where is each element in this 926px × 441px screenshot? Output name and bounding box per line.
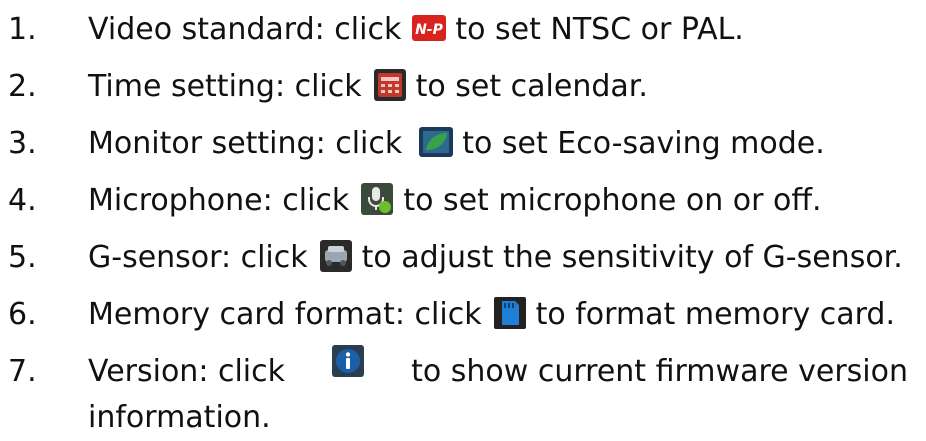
list-item: 4. Microphone: click to set microphone o… xyxy=(0,175,926,227)
item-text-before: Memory card format: click xyxy=(88,297,482,332)
item-text-after: to set NTSC or PAL. xyxy=(455,12,744,47)
info-icon[interactable] xyxy=(330,343,366,379)
item-text-before: Time setting: click xyxy=(88,69,362,104)
item-text-before: G-sensor: click xyxy=(88,240,308,275)
ntsc-pal-icon[interactable]: N-P xyxy=(411,10,447,46)
item-text: Microphone: click to set microphone on o… xyxy=(88,175,822,227)
item-text-after: to adjust the sensitivity of G-sensor. xyxy=(361,240,903,275)
item-text-line-1: Version: click to show current firmware … xyxy=(88,343,908,398)
item-text-after: to set calendar. xyxy=(415,69,648,104)
memory-card-icon[interactable] xyxy=(492,295,528,331)
item-text-after: to show current firmware version xyxy=(411,354,908,389)
item-text: Memory card format: click to format memo… xyxy=(88,289,895,341)
item-text-before: Microphone: click xyxy=(88,183,350,218)
list-item: 6. Memory card format: click to format m… xyxy=(0,289,926,341)
ntsc-pal-icon-label: N-P xyxy=(415,22,444,38)
item-number: 2. xyxy=(8,69,37,104)
monitor-eco-icon[interactable] xyxy=(418,124,454,160)
item-number: 5. xyxy=(8,240,37,275)
item-text-after: to set Eco-saving mode. xyxy=(462,126,825,161)
item-number: 7. xyxy=(8,354,37,389)
item-text: Video standard: click N-P to set NTSC or… xyxy=(88,4,744,56)
list-item: 1. Video standard: click N-P to set NTSC… xyxy=(0,4,926,56)
item-text-before: Version: click xyxy=(88,354,285,389)
item-text: Time setting: click to set calendar. xyxy=(88,61,648,113)
item-number: 4. xyxy=(8,183,37,218)
calendar-icon[interactable] xyxy=(372,67,408,103)
item-number: 3. xyxy=(8,126,37,161)
item-number: 6. xyxy=(8,297,37,332)
instruction-list: 1. Video standard: click N-P to set NTSC… xyxy=(0,0,926,441)
g-sensor-icon[interactable] xyxy=(318,238,354,274)
item-text-before: Monitor setting: click xyxy=(88,126,403,161)
item-number: 1. xyxy=(8,12,37,47)
item-text-after: to set microphone on or off. xyxy=(403,183,822,218)
item-text-after: to format memory card. xyxy=(535,297,896,332)
item-text: Monitor setting: click to set Eco-saving… xyxy=(88,118,825,170)
list-item: 7. Version: click to show current firmwa… xyxy=(0,343,926,441)
list-item: 3. Monitor setting: click to set Eco-sav… xyxy=(0,118,926,170)
list-item: 2. Time setting: click to set calendar. xyxy=(0,61,926,113)
item-text: Version: click to show current firmware … xyxy=(88,343,918,438)
microphone-icon[interactable] xyxy=(359,181,395,217)
item-text-line-2: information. xyxy=(88,400,271,435)
list-item: 5. G-sensor: click to adjust the sensiti… xyxy=(0,232,926,284)
item-text-before: Video standard: click xyxy=(88,12,402,47)
item-text: G-sensor: click to adjust the sensitivit… xyxy=(88,232,903,284)
